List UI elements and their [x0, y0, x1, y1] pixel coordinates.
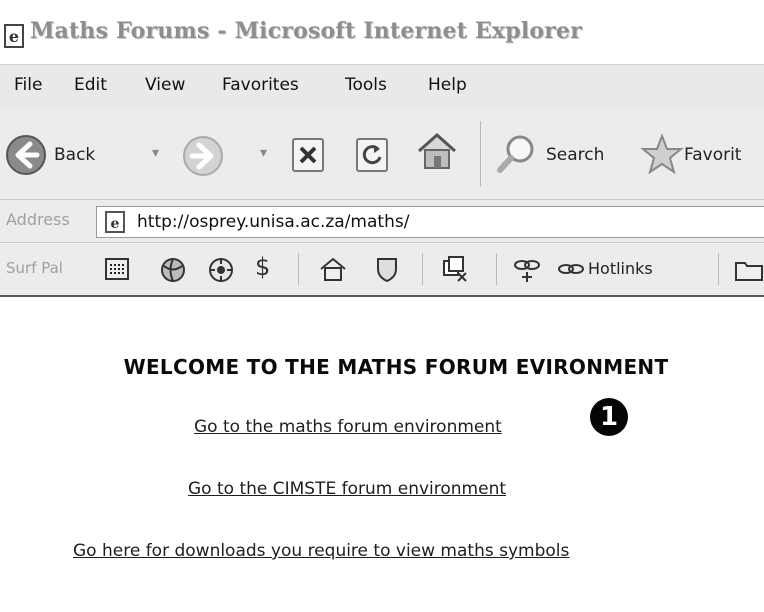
menu-bar: File Edit View Favorites Tools Help — [0, 64, 764, 108]
back-button[interactable]: Back — [4, 133, 124, 177]
search-label: Search — [546, 145, 605, 165]
dollar-icon[interactable]: $ — [255, 253, 270, 281]
page-heading: WELCOME TO THE MATHS FORUM EVIRONMENT — [123, 355, 669, 379]
back-arrow-icon — [6, 135, 46, 175]
svg-text:e: e — [111, 216, 120, 232]
refresh-icon[interactable] — [354, 137, 390, 173]
window-title: Maths Forums - Microsoft Internet Explor… — [30, 18, 583, 44]
forward-arrow-icon[interactable] — [181, 134, 225, 178]
ie-page-icon: e — [2, 22, 28, 50]
forward-dropdown-icon[interactable]: ▾ — [260, 145, 267, 161]
address-label: Address — [6, 210, 70, 229]
cimste-forum-link[interactable]: Go to the CIMSTE forum environment — [188, 479, 506, 499]
title-bar: e Maths Forums - Microsoft Internet Expl… — [0, 0, 764, 64]
address-field[interactable]: e http://osprey.unisa.ac.za/maths/ — [96, 206, 764, 238]
star-icon — [640, 133, 684, 175]
links-separator — [496, 253, 497, 285]
menu-tools[interactable]: Tools — [345, 75, 387, 95]
standard-toolbar: Back ▾ ▾ Search Favorit — [0, 107, 764, 200]
shield-icon[interactable] — [372, 255, 402, 283]
links-separator — [718, 253, 719, 285]
search-icon — [497, 135, 534, 173]
toolbar-separator — [480, 121, 481, 187]
menu-favorites[interactable]: Favorites — [222, 75, 299, 95]
search-button[interactable]: Search — [494, 131, 624, 177]
address-url: http://osprey.unisa.ac.za/maths/ — [137, 212, 410, 232]
menu-edit[interactable]: Edit — [74, 75, 107, 95]
add-link-icon[interactable] — [512, 255, 542, 285]
folder-icon[interactable] — [734, 257, 764, 283]
ie-page-icon: e — [105, 211, 125, 233]
callout-marker: 1 — [590, 398, 628, 436]
stop-icon[interactable] — [290, 137, 326, 173]
links-separator — [298, 253, 299, 285]
globe-icon[interactable] — [158, 255, 188, 285]
downloads-link[interactable]: Go here for downloads you require to vie… — [73, 541, 569, 561]
menu-view[interactable]: View — [145, 75, 185, 95]
back-label: Back — [54, 145, 96, 165]
house-icon[interactable] — [318, 255, 348, 283]
svg-text:e: e — [9, 27, 19, 46]
hotlinks-label: Hotlinks — [588, 259, 653, 278]
menu-help[interactable]: Help — [428, 75, 467, 95]
link-chain-icon — [558, 264, 584, 274]
page-content: WELCOME TO THE MATHS FORUM EVIRONMENT Go… — [0, 297, 764, 612]
ball-icon[interactable] — [206, 255, 236, 285]
favorites-label: Favorit — [684, 145, 742, 165]
maths-forum-link[interactable]: Go to the maths forum environment — [194, 417, 502, 437]
links-toolbar: Surf Pal $ Hotlinks — [0, 243, 764, 297]
links-separator — [422, 253, 423, 285]
surf-pal-label: Surf Pal — [6, 259, 63, 277]
favorites-button[interactable]: Favorit — [640, 131, 764, 177]
menu-file[interactable]: File — [14, 75, 42, 95]
calculator-icon[interactable] — [104, 257, 132, 283]
home-icon[interactable] — [414, 129, 460, 175]
back-dropdown-icon[interactable]: ▾ — [152, 145, 159, 161]
window-close-icon[interactable] — [440, 255, 470, 285]
address-bar: Address e http://osprey.unisa.ac.za/math… — [0, 200, 764, 243]
hotlinks-button[interactable]: Hotlinks — [556, 255, 706, 285]
